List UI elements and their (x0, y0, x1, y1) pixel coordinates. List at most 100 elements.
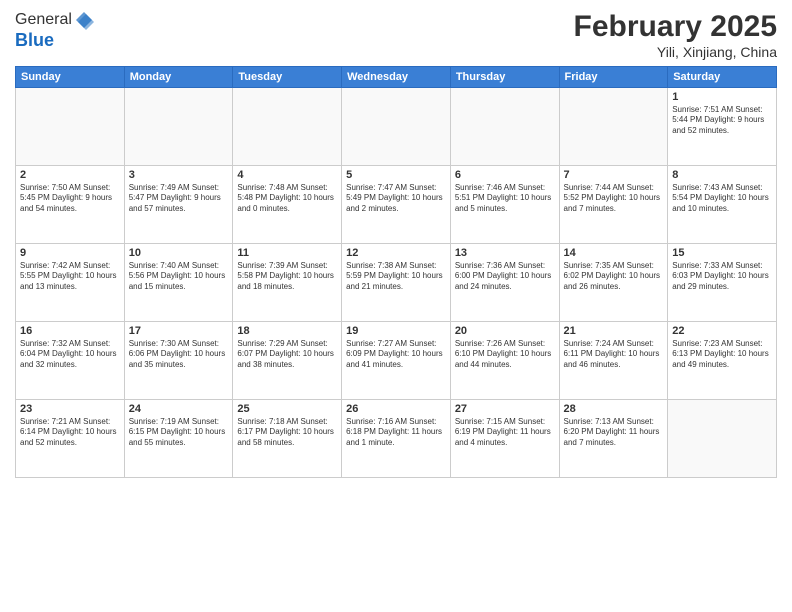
logo: General Blue (15, 10, 94, 51)
cell-content: Sunrise: 7:27 AM Sunset: 6:09 PM Dayligh… (346, 339, 446, 370)
cell-content: Sunrise: 7:19 AM Sunset: 6:15 PM Dayligh… (129, 417, 229, 448)
day-number: 13 (455, 247, 555, 259)
day-number: 28 (564, 403, 664, 415)
calendar-week-5: 23Sunrise: 7:21 AM Sunset: 6:14 PM Dayli… (16, 400, 777, 478)
cell-content: Sunrise: 7:32 AM Sunset: 6:04 PM Dayligh… (20, 339, 120, 370)
day-number: 10 (129, 247, 229, 259)
calendar-cell: 8 Sunrise: 7:43 AM Sunset: 5:54 PM Daylig… (668, 166, 777, 244)
calendar-cell: 16Sunrise: 7:32 AM Sunset: 6:04 PM Dayli… (16, 322, 125, 400)
day-number: 9 (20, 247, 120, 259)
calendar-cell: 21Sunrise: 7:24 AM Sunset: 6:11 PM Dayli… (559, 322, 668, 400)
calendar-cell: 18 Sunrise: 7:29 AM Sunset: 6:07 PM Dayli… (233, 322, 342, 400)
cell-content: Sunrise: 7:24 AM Sunset: 6:11 PM Dayligh… (564, 339, 664, 370)
calendar-cell (124, 88, 233, 166)
cell-content: Sunrise: 7:46 AM Sunset: 5:51 PM Dayligh… (455, 183, 555, 214)
cell-content: Sunrise: 7:18 AM Sunset: 6:17 PM Dayligh… (237, 417, 337, 448)
header-sunday: Sunday (16, 67, 125, 88)
day-number: 24 (129, 403, 229, 415)
calendar-cell (233, 88, 342, 166)
weekday-header-row: Sunday Monday Tuesday Wednesday Thursday… (16, 67, 777, 88)
cell-content: Sunrise: 7:38 AM Sunset: 5:59 PM Dayligh… (346, 261, 446, 292)
cell-content: Sunrise: 7:49 AM Sunset: 5:47 PM Dayligh… (129, 183, 229, 214)
day-number: 15 (672, 247, 772, 259)
calendar: Sunday Monday Tuesday Wednesday Thursday… (15, 66, 777, 478)
day-number: 20 (455, 325, 555, 337)
header-saturday: Saturday (668, 67, 777, 88)
day-number: 7 (564, 169, 664, 181)
day-number: 27 (455, 403, 555, 415)
logo-blue-text: Blue (15, 30, 54, 50)
calendar-cell: 6 Sunrise: 7:46 AM Sunset: 5:51 PM Daylig… (450, 166, 559, 244)
calendar-cell (16, 88, 125, 166)
page: General Blue February 2025 Yili, Xinjian… (0, 0, 792, 612)
day-number: 6 (455, 169, 555, 181)
cell-content: Sunrise: 7:16 AM Sunset: 6:18 PM Dayligh… (346, 417, 446, 448)
cell-content: Sunrise: 7:29 AM Sunset: 6:07 PM Dayligh… (237, 339, 337, 370)
cell-content: Sunrise: 7:51 AM Sunset: 5:44 PM Dayligh… (672, 105, 772, 136)
cell-content: Sunrise: 7:39 AM Sunset: 5:58 PM Dayligh… (237, 261, 337, 292)
calendar-cell: 26 Sunrise: 7:16 AM Sunset: 6:18 PM Dayli… (342, 400, 451, 478)
calendar-cell: 11 Sunrise: 7:39 AM Sunset: 5:58 PM Dayli… (233, 244, 342, 322)
calendar-cell: 5 Sunrise: 7:47 AM Sunset: 5:49 PM Daylig… (342, 166, 451, 244)
cell-content: Sunrise: 7:40 AM Sunset: 5:56 PM Dayligh… (129, 261, 229, 292)
cell-content: Sunrise: 7:13 AM Sunset: 6:20 PM Dayligh… (564, 417, 664, 448)
calendar-cell: 27 Sunrise: 7:15 AM Sunset: 6:19 PM Dayli… (450, 400, 559, 478)
calendar-cell (559, 88, 668, 166)
day-number: 2 (20, 169, 120, 181)
calendar-cell (668, 400, 777, 478)
calendar-cell: 4Sunrise: 7:48 AM Sunset: 5:48 PM Daylig… (233, 166, 342, 244)
calendar-week-2: 2Sunrise: 7:50 AM Sunset: 5:45 PM Daylig… (16, 166, 777, 244)
month-title: February 2025 (574, 10, 777, 44)
cell-content: Sunrise: 7:15 AM Sunset: 6:19 PM Dayligh… (455, 417, 555, 448)
calendar-cell: 3 Sunrise: 7:49 AM Sunset: 5:47 PM Daylig… (124, 166, 233, 244)
day-number: 25 (237, 403, 337, 415)
calendar-cell: 25 Sunrise: 7:18 AM Sunset: 6:17 PM Dayli… (233, 400, 342, 478)
calendar-cell: 9 Sunrise: 7:42 AM Sunset: 5:55 PM Daylig… (16, 244, 125, 322)
calendar-cell: 28 Sunrise: 7:13 AM Sunset: 6:20 PM Dayli… (559, 400, 668, 478)
calendar-cell: 2Sunrise: 7:50 AM Sunset: 5:45 PM Daylig… (16, 166, 125, 244)
day-number: 4 (237, 169, 337, 181)
calendar-cell: 20 Sunrise: 7:26 AM Sunset: 6:10 PM Dayli… (450, 322, 559, 400)
calendar-week-1: 1 Sunrise: 7:51 AM Sunset: 5:44 PM Daylig… (16, 88, 777, 166)
cell-content: Sunrise: 7:42 AM Sunset: 5:55 PM Dayligh… (20, 261, 120, 292)
day-number: 22 (672, 325, 772, 337)
calendar-cell: 14Sunrise: 7:35 AM Sunset: 6:02 PM Dayli… (559, 244, 668, 322)
cell-content: Sunrise: 7:30 AM Sunset: 6:06 PM Dayligh… (129, 339, 229, 370)
calendar-cell (342, 88, 451, 166)
day-number: 12 (346, 247, 446, 259)
cell-content: Sunrise: 7:35 AM Sunset: 6:02 PM Dayligh… (564, 261, 664, 292)
day-number: 1 (672, 91, 772, 103)
calendar-week-4: 16Sunrise: 7:32 AM Sunset: 6:04 PM Dayli… (16, 322, 777, 400)
calendar-cell: 7 Sunrise: 7:44 AM Sunset: 5:52 PM Daylig… (559, 166, 668, 244)
title-block: February 2025 Yili, Xinjiang, China (574, 10, 777, 60)
cell-content: Sunrise: 7:44 AM Sunset: 5:52 PM Dayligh… (564, 183, 664, 214)
calendar-cell: 22 Sunrise: 7:23 AM Sunset: 6:13 PM Dayli… (668, 322, 777, 400)
day-number: 8 (672, 169, 772, 181)
calendar-cell: 24 Sunrise: 7:19 AM Sunset: 6:15 PM Dayli… (124, 400, 233, 478)
header-monday: Monday (124, 67, 233, 88)
header: General Blue February 2025 Yili, Xinjian… (15, 10, 777, 60)
cell-content: Sunrise: 7:33 AM Sunset: 6:03 PM Dayligh… (672, 261, 772, 292)
cell-content: Sunrise: 7:47 AM Sunset: 5:49 PM Dayligh… (346, 183, 446, 214)
day-number: 17 (129, 325, 229, 337)
day-number: 19 (346, 325, 446, 337)
day-number: 26 (346, 403, 446, 415)
calendar-cell: 12 Sunrise: 7:38 AM Sunset: 5:59 PM Dayli… (342, 244, 451, 322)
header-wednesday: Wednesday (342, 67, 451, 88)
logo-icon (74, 10, 94, 30)
calendar-cell: 13Sunrise: 7:36 AM Sunset: 6:00 PM Dayli… (450, 244, 559, 322)
day-number: 3 (129, 169, 229, 181)
cell-content: Sunrise: 7:43 AM Sunset: 5:54 PM Dayligh… (672, 183, 772, 214)
header-friday: Friday (559, 67, 668, 88)
cell-content: Sunrise: 7:21 AM Sunset: 6:14 PM Dayligh… (20, 417, 120, 448)
calendar-cell: 23Sunrise: 7:21 AM Sunset: 6:14 PM Dayli… (16, 400, 125, 478)
calendar-cell: 15 Sunrise: 7:33 AM Sunset: 6:03 PM Dayli… (668, 244, 777, 322)
calendar-cell: 10 Sunrise: 7:40 AM Sunset: 5:56 PM Dayli… (124, 244, 233, 322)
location-title: Yili, Xinjiang, China (574, 44, 777, 60)
cell-content: Sunrise: 7:26 AM Sunset: 6:10 PM Dayligh… (455, 339, 555, 370)
cell-content: Sunrise: 7:23 AM Sunset: 6:13 PM Dayligh… (672, 339, 772, 370)
calendar-cell: 19 Sunrise: 7:27 AM Sunset: 6:09 PM Dayli… (342, 322, 451, 400)
day-number: 5 (346, 169, 446, 181)
day-number: 11 (237, 247, 337, 259)
day-number: 18 (237, 325, 337, 337)
